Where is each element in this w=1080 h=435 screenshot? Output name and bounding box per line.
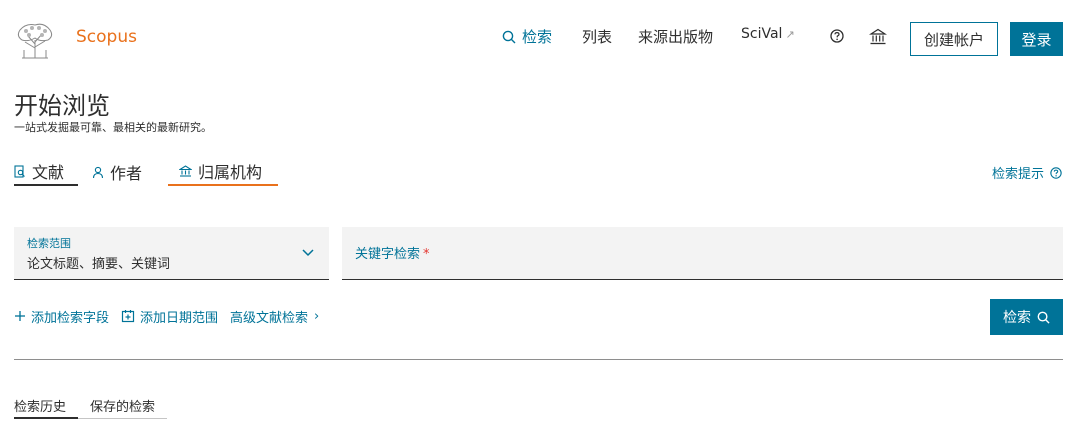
nav-scival[interactable]: SciVal ↗: [741, 26, 795, 42]
search-button-label: 检索: [1003, 310, 1031, 326]
tab-affiliations-label: 归属机构: [198, 163, 263, 182]
plus-icon: [15, 311, 25, 321]
page-title: 开始浏览: [14, 92, 110, 120]
page-subtitle: 一站式发掘最可靠、最相关的最新研究。: [14, 121, 212, 134]
login-button[interactable]: 登录: [1010, 22, 1063, 56]
add-search-field-button[interactable]: 添加检索字段: [14, 307, 109, 326]
help-icon[interactable]: [830, 29, 844, 43]
top-header: Scopus 检索 列表 来源出版物 SciVal ↗ 创建帐户 登录: [0, 0, 1080, 72]
tab-affiliations[interactable]: 归属机构: [168, 158, 278, 186]
tab-documents[interactable]: 文献: [14, 158, 78, 186]
add-search-field-label: 添加检索字段: [31, 310, 110, 326]
chevron-down-icon: [302, 249, 314, 257]
tab-authors[interactable]: 作者: [92, 158, 154, 186]
scope-label: 检索范围: [27, 237, 71, 250]
add-date-range-label: 添加日期范围: [140, 310, 219, 326]
history-tabs: 检索历史 保存的检索: [14, 393, 167, 419]
divider: [14, 359, 1063, 360]
nav-lists[interactable]: 列表: [582, 26, 612, 47]
advanced-search-label: 高级文献检索: [230, 310, 309, 326]
search-scope-select[interactable]: 检索范围 论文标题、摘要、关键词: [14, 227, 329, 280]
search-icon: [502, 30, 516, 43]
tab-saved-searches[interactable]: 保存的检索: [78, 393, 167, 419]
nav-search-label: 检索: [522, 28, 553, 46]
tab-authors-label: 作者: [110, 164, 143, 183]
chevron-right-icon: ›: [314, 308, 320, 324]
calendar-plus-icon: [121, 310, 135, 323]
brand-name[interactable]: Scopus: [76, 27, 137, 47]
tab-documents-label: 文献: [32, 163, 65, 182]
search-type-tabs: 文献 作者 归属机构: [14, 158, 292, 188]
add-date-range-button[interactable]: 添加日期范围: [121, 307, 218, 326]
tab-search-history[interactable]: 检索历史: [14, 393, 78, 419]
search-tips-link[interactable]: 检索提示: [992, 163, 1062, 182]
nav-scival-label: SciVal: [741, 26, 783, 42]
advanced-search-link[interactable]: 高级文献检索 ›: [230, 307, 319, 326]
search-icon: [1037, 311, 1050, 324]
create-account-button[interactable]: 创建帐户: [910, 22, 998, 56]
keyword-search-field[interactable]: 关键字检索 *: [342, 227, 1063, 280]
institution-icon: [179, 165, 192, 177]
institution-icon[interactable]: [869, 28, 887, 45]
scope-value: 论文标题、摘要、关键词: [27, 257, 171, 272]
help-icon: [1050, 166, 1062, 179]
nav-sources[interactable]: 来源出版物: [638, 26, 713, 47]
search-tips-label: 检索提示: [992, 167, 1045, 182]
keyword-search-input[interactable]: [342, 227, 1063, 279]
document-icon: [14, 164, 25, 178]
person-icon: [92, 166, 104, 178]
search-actions: 添加检索字段 添加日期范围 高级文献检索 ›: [14, 306, 331, 326]
search-button[interactable]: 检索: [990, 299, 1063, 335]
external-link-icon: ↗: [785, 27, 795, 41]
elsevier-logo[interactable]: [14, 20, 56, 60]
nav-search[interactable]: 检索: [502, 26, 552, 47]
